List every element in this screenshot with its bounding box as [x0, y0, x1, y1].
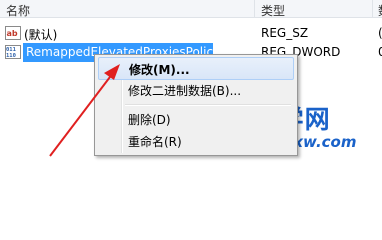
- annotation-arrow-icon: [49, 64, 120, 157]
